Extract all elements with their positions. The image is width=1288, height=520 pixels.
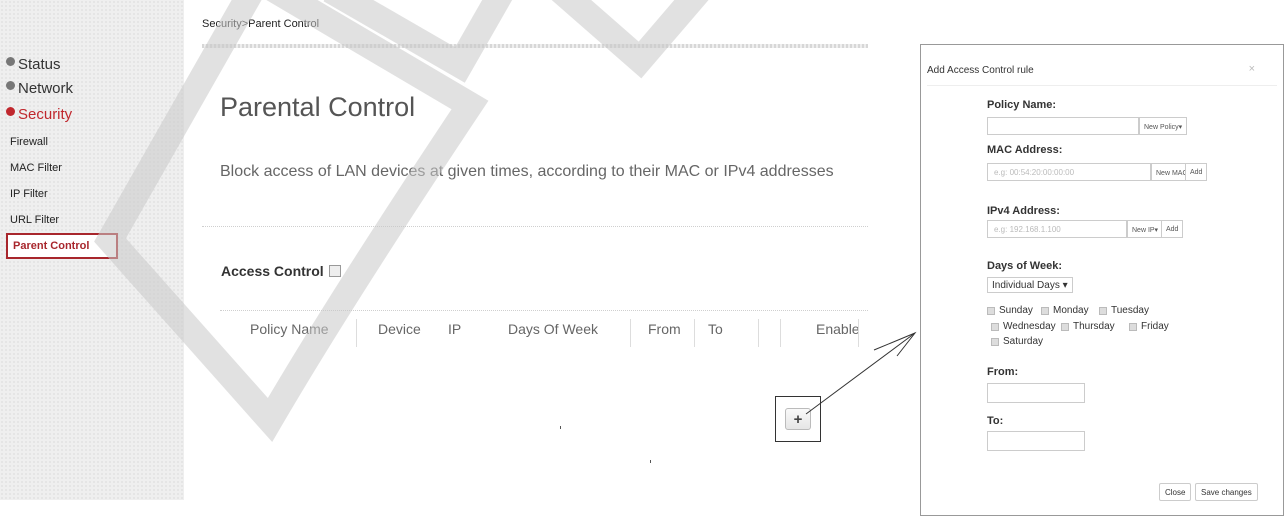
access-control-label: Access Control: [221, 263, 324, 279]
day-sunday[interactable]: Sunday: [987, 305, 1033, 316]
sidebar-item-security[interactable]: Security: [6, 106, 72, 123]
page-description: Block access of LAN devices at given tim…: [220, 163, 834, 180]
sidebar-item-status[interactable]: Status: [6, 56, 61, 73]
policy-name-label: Policy Name:: [987, 99, 1057, 111]
day-checkbox[interactable]: [991, 322, 999, 331]
stray-mark: [560, 426, 561, 429]
sidebar-item-label: Security: [18, 106, 73, 123]
sidebar-item-firewall[interactable]: Firewall: [10, 136, 48, 148]
day-checkbox[interactable]: [991, 337, 999, 346]
dialog-divider: [927, 85, 1277, 86]
policy-name-input[interactable]: [987, 117, 1139, 135]
day-monday[interactable]: Monday: [1041, 305, 1089, 316]
mac-address-label: MAC Address:: [987, 144, 1063, 156]
to-input[interactable]: [987, 431, 1085, 451]
day-label: Sunday: [999, 305, 1033, 316]
from-label: From:: [987, 366, 1019, 378]
column-device: Device: [378, 321, 421, 337]
column-separator: [758, 319, 759, 347]
column-policy-name: Policy Name: [250, 321, 329, 337]
access-control-checkbox[interactable]: [328, 265, 341, 277]
divider: [202, 226, 868, 227]
day-wednesday[interactable]: Wednesday: [991, 321, 1056, 332]
to-label: To:: [987, 415, 1004, 427]
day-label: Wednesday: [1003, 321, 1056, 332]
new-ip-button[interactable]: New IP▾: [1127, 220, 1164, 238]
sidebar-item-label: Network: [18, 80, 74, 97]
day-checkbox[interactable]: [1061, 322, 1069, 331]
expand-icon: [6, 81, 15, 90]
from-input[interactable]: [987, 383, 1085, 403]
days-of-week-label: Days of Week:: [987, 260, 1062, 272]
day-thursday[interactable]: Thursday: [1061, 321, 1115, 332]
day-label: Friday: [1141, 321, 1169, 332]
day-friday[interactable]: Friday: [1129, 321, 1169, 332]
mac-add-button[interactable]: Add: [1185, 163, 1208, 181]
close-button[interactable]: Close: [1159, 483, 1192, 501]
page-title: Parental Control: [220, 92, 416, 122]
sidebar-item-parent-control[interactable]: Parent Control: [6, 233, 118, 259]
expand-icon: [6, 57, 15, 66]
ipv4-address-label: IPv4 Address:: [987, 205, 1060, 217]
add-rule-highlight: +: [775, 396, 821, 442]
column-separator: [780, 319, 781, 347]
column-separator: [694, 319, 695, 347]
column-separator: [356, 319, 357, 347]
ipv4-address-input[interactable]: e.g: 192.168.1.100: [987, 220, 1127, 238]
day-checkbox[interactable]: [1099, 306, 1107, 315]
add-rule-button[interactable]: +: [785, 408, 811, 430]
sidebar-item-ip-filter[interactable]: IP Filter: [10, 188, 48, 200]
column-ip: IP: [448, 321, 462, 337]
save-changes-button[interactable]: Save changes: [1195, 483, 1258, 501]
column-separator: [630, 319, 631, 347]
day-label: Monday: [1053, 305, 1089, 316]
ip-add-button[interactable]: Add: [1161, 220, 1184, 238]
column-separator: [858, 319, 859, 347]
day-label: Tuesday: [1111, 305, 1149, 316]
stray-mark: [650, 460, 651, 463]
mac-address-input[interactable]: e.g: 00:54:20:00:00:00: [987, 163, 1151, 181]
sidebar-item-mac-filter[interactable]: MAC Filter: [10, 162, 62, 174]
days-select[interactable]: Individual Days ▾: [987, 277, 1073, 293]
add-rule-dialog: Add Access Control rule × Policy Name: N…: [920, 44, 1284, 516]
sidebar-item-label: Status: [18, 56, 61, 73]
column-days-of-week: Days Of Week: [508, 321, 598, 337]
day-checkbox[interactable]: [1041, 306, 1049, 315]
dialog-title: Add Access Control rule: [927, 65, 1034, 76]
column-enable: Enable: [816, 321, 860, 337]
day-checkbox[interactable]: [987, 306, 995, 315]
close-icon[interactable]: ×: [1249, 63, 1255, 75]
day-checkbox[interactable]: [1129, 322, 1137, 331]
day-label: Saturday: [1003, 336, 1044, 347]
day-label: Thursday: [1073, 321, 1115, 332]
plus-icon: +: [793, 410, 803, 428]
sidebar-item-network[interactable]: Network: [6, 80, 73, 97]
column-to: To: [708, 321, 723, 337]
breadcrumb: Security>Parent Control: [202, 18, 320, 30]
day-tuesday[interactable]: Tuesday: [1099, 305, 1149, 316]
sidebar-item-url-filter[interactable]: URL Filter: [10, 214, 59, 226]
column-from: From: [648, 321, 681, 337]
divider: [202, 44, 868, 48]
new-policy-button[interactable]: New Policy▾: [1139, 117, 1188, 135]
table-header: Policy Name Device IP Days Of Week From …: [220, 310, 868, 347]
access-control-toggle: Access Control: [221, 263, 341, 279]
collapse-icon: [6, 107, 15, 116]
day-saturday[interactable]: Saturday: [991, 336, 1043, 347]
